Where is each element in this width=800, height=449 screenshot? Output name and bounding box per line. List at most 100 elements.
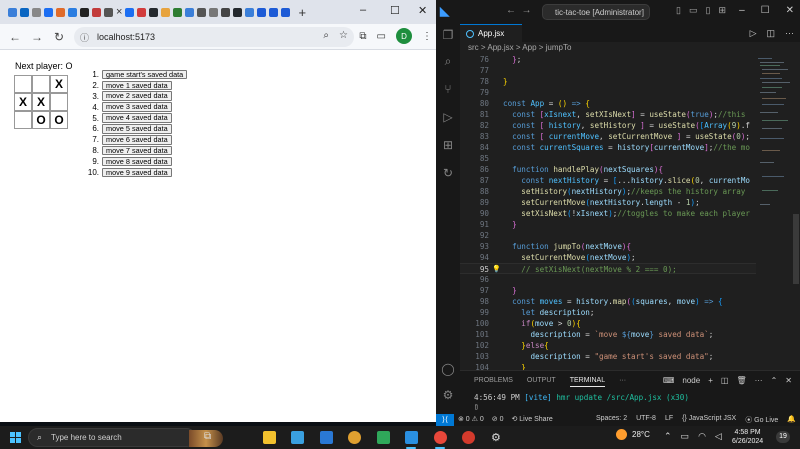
code-text[interactable]: } <box>503 285 517 296</box>
extensions-icon[interactable]: ⊞ <box>440 138 456 154</box>
tab-favicon[interactable] <box>281 7 291 17</box>
url-text[interactable]: localhost:5173 <box>97 32 155 42</box>
code-text[interactable]: let description; <box>503 307 594 318</box>
vscode-taskbar-icon[interactable] <box>405 431 418 444</box>
profile-avatar[interactable]: D <box>396 28 412 44</box>
remote-explorer-icon[interactable]: ↻ <box>440 166 456 182</box>
problems-status[interactable]: ⊗ 0 ⚠ 0 <box>458 415 484 423</box>
square-3[interactable]: X <box>14 93 32 111</box>
nav-back-forward-icons[interactable]: ← → <box>506 5 532 16</box>
address-bar[interactable]: ⓘ localhost:5173 ⌕ ☆ <box>74 27 354 47</box>
extensions-icon[interactable]: ⧉ <box>359 31 366 42</box>
eol-status[interactable]: LF <box>665 415 673 425</box>
breadcrumb-item[interactable]: App.jsx <box>487 43 513 52</box>
code-line[interactable]: 103 description = "game start's saved da… <box>460 351 756 362</box>
code-text[interactable]: function jumpTo(nextMove){ <box>503 241 631 252</box>
close-window-button[interactable]: ✕ <box>786 5 794 16</box>
tab-favicon[interactable] <box>32 7 41 17</box>
volume-icon[interactable]: ◁ <box>715 431 722 442</box>
tab-favicon[interactable] <box>269 7 279 17</box>
jump-to-move-button[interactable]: move 4 saved data <box>102 113 172 123</box>
code-line[interactable]: 91 } <box>460 219 756 230</box>
command-center-text[interactable]: tic-tac-toe [Administrator] <box>555 8 644 17</box>
tab-favicon[interactable] <box>56 7 65 17</box>
search-icon[interactable]: ⌕ <box>440 54 456 70</box>
settings-gear-icon[interactable]: ⚙ <box>440 388 456 404</box>
jump-to-move-button[interactable]: move 8 saved data <box>102 156 172 167</box>
code-line[interactable]: 97 } <box>460 285 756 296</box>
forward-arrow-icon[interactable]: → <box>26 30 48 44</box>
language-status[interactable]: {} JavaScript JSX <box>682 415 736 425</box>
jump-to-move-button[interactable]: move 7 saved data <box>102 145 172 156</box>
notification-badge[interactable]: 19 <box>776 431 790 443</box>
side-panel-icon[interactable]: ▭ <box>377 31 386 42</box>
square-5[interactable] <box>50 93 68 111</box>
tab-favicon[interactable] <box>137 7 147 17</box>
windows-start-icon[interactable] <box>10 432 21 443</box>
code-line[interactable]: 102 }else{ <box>460 340 756 351</box>
code-line[interactable]: 95 💡 // setXisNext(nextMove % 2 === 0); <box>460 263 756 274</box>
code-line[interactable]: 77 <box>460 65 756 76</box>
github-icon[interactable] <box>233 7 243 17</box>
code-line[interactable]: 101 description = `move ${move} saved da… <box>460 329 756 340</box>
code-text[interactable]: } <box>503 76 508 87</box>
go-live-status[interactable]: ⦿ Go Live <box>745 415 778 425</box>
code-text[interactable]: setXisNext(!xIsnext);//toggles to make e… <box>503 208 750 219</box>
code-line[interactable]: 79 <box>460 87 756 98</box>
code-line[interactable]: 100 if(move > 0){ <box>460 318 756 329</box>
square-6[interactable] <box>14 111 32 129</box>
weather-widget[interactable]: 28°C <box>616 429 650 440</box>
square-0[interactable] <box>14 75 32 93</box>
split-terminal-icon[interactable]: ◫ <box>721 376 729 385</box>
encoding-status[interactable]: UTF-8 <box>636 415 656 425</box>
search-placeholder[interactable]: Type here to search <box>51 433 122 442</box>
network-icon[interactable]: ▭ <box>681 431 690 442</box>
bookmark-star-icon[interactable]: ☆ <box>339 30 348 41</box>
chrome-taskbar-icon[interactable] <box>434 431 447 444</box>
mail-icon[interactable] <box>320 431 333 444</box>
tab-favicon[interactable] <box>68 7 77 17</box>
close-panel-icon[interactable]: ✕ <box>785 376 792 385</box>
tab-favicon[interactable] <box>173 7 183 17</box>
code-text[interactable]: const App = () => { <box>503 98 590 109</box>
meet-icon[interactable] <box>377 431 390 444</box>
code-line[interactable]: 94 setCurrentMove(nextMove); <box>460 252 756 263</box>
code-text[interactable]: setCurrentMove(nextMove); <box>503 252 635 263</box>
layout-toggle-icons[interactable]: ▯ ▭ ▯ ⊞ <box>676 5 726 16</box>
customize-layout-icon[interactable]: ⊞ <box>718 5 726 16</box>
tab-favicon[interactable] <box>161 7 171 17</box>
run-icon[interactable]: ▷ <box>750 28 757 39</box>
code-line[interactable]: 93 function jumpTo(nextMove){ <box>460 241 756 252</box>
jump-to-move-button[interactable]: move 5 saved data <box>102 124 172 134</box>
scrollbar-thumb[interactable] <box>793 214 799 284</box>
tab-favicon[interactable] <box>185 7 195 17</box>
code-line[interactable]: 83 const [ currentMove, setCurrentMove ]… <box>460 131 756 142</box>
code-text[interactable]: } <box>503 219 517 230</box>
code-text[interactable]: if(move > 0){ <box>503 318 580 329</box>
new-terminal-icon[interactable]: + <box>708 376 713 385</box>
code-text[interactable]: const currentSquares = history[currentMo… <box>503 142 750 153</box>
app-icon[interactable] <box>348 431 361 444</box>
jump-to-move-button[interactable]: move 9 saved data <box>102 167 172 178</box>
tab-favicon[interactable] <box>92 7 101 17</box>
account-icon[interactable]: ◯ <box>440 362 456 378</box>
maximize-button[interactable]: ☐ <box>761 5 770 16</box>
menu-kebab-icon[interactable]: ⋮ <box>422 31 432 42</box>
split-editor-icon[interactable]: ◫ <box>766 28 775 39</box>
code-text[interactable]: description = `move ${move} saved data`; <box>503 329 713 340</box>
code-text[interactable]: setCurrentMove(nextHistory.length - 1); <box>503 197 699 208</box>
store-icon[interactable] <box>291 431 304 444</box>
maximize-button[interactable]: ☐ <box>390 4 400 17</box>
ports-status[interactable]: ⊘ 0 <box>492 415 504 423</box>
code-line[interactable]: 82 const [ history, setHistory ] = useSt… <box>460 120 756 131</box>
square-7[interactable]: O <box>32 111 50 129</box>
jump-to-move-button[interactable]: move 1 saved data <box>102 80 172 91</box>
minimize-button[interactable]: – <box>739 5 745 16</box>
code-line[interactable]: 92 <box>460 230 756 241</box>
tab-favicon[interactable] <box>44 7 53 17</box>
minimize-button[interactable]: – <box>360 4 366 16</box>
jump-to-move-button[interactable]: move 6 saved data <box>102 135 172 145</box>
task-view-icon[interactable]: ⧉ <box>204 431 217 444</box>
wifi-icon[interactable]: ◠ <box>698 431 706 442</box>
more-actions-icon[interactable]: ··· <box>785 28 794 39</box>
